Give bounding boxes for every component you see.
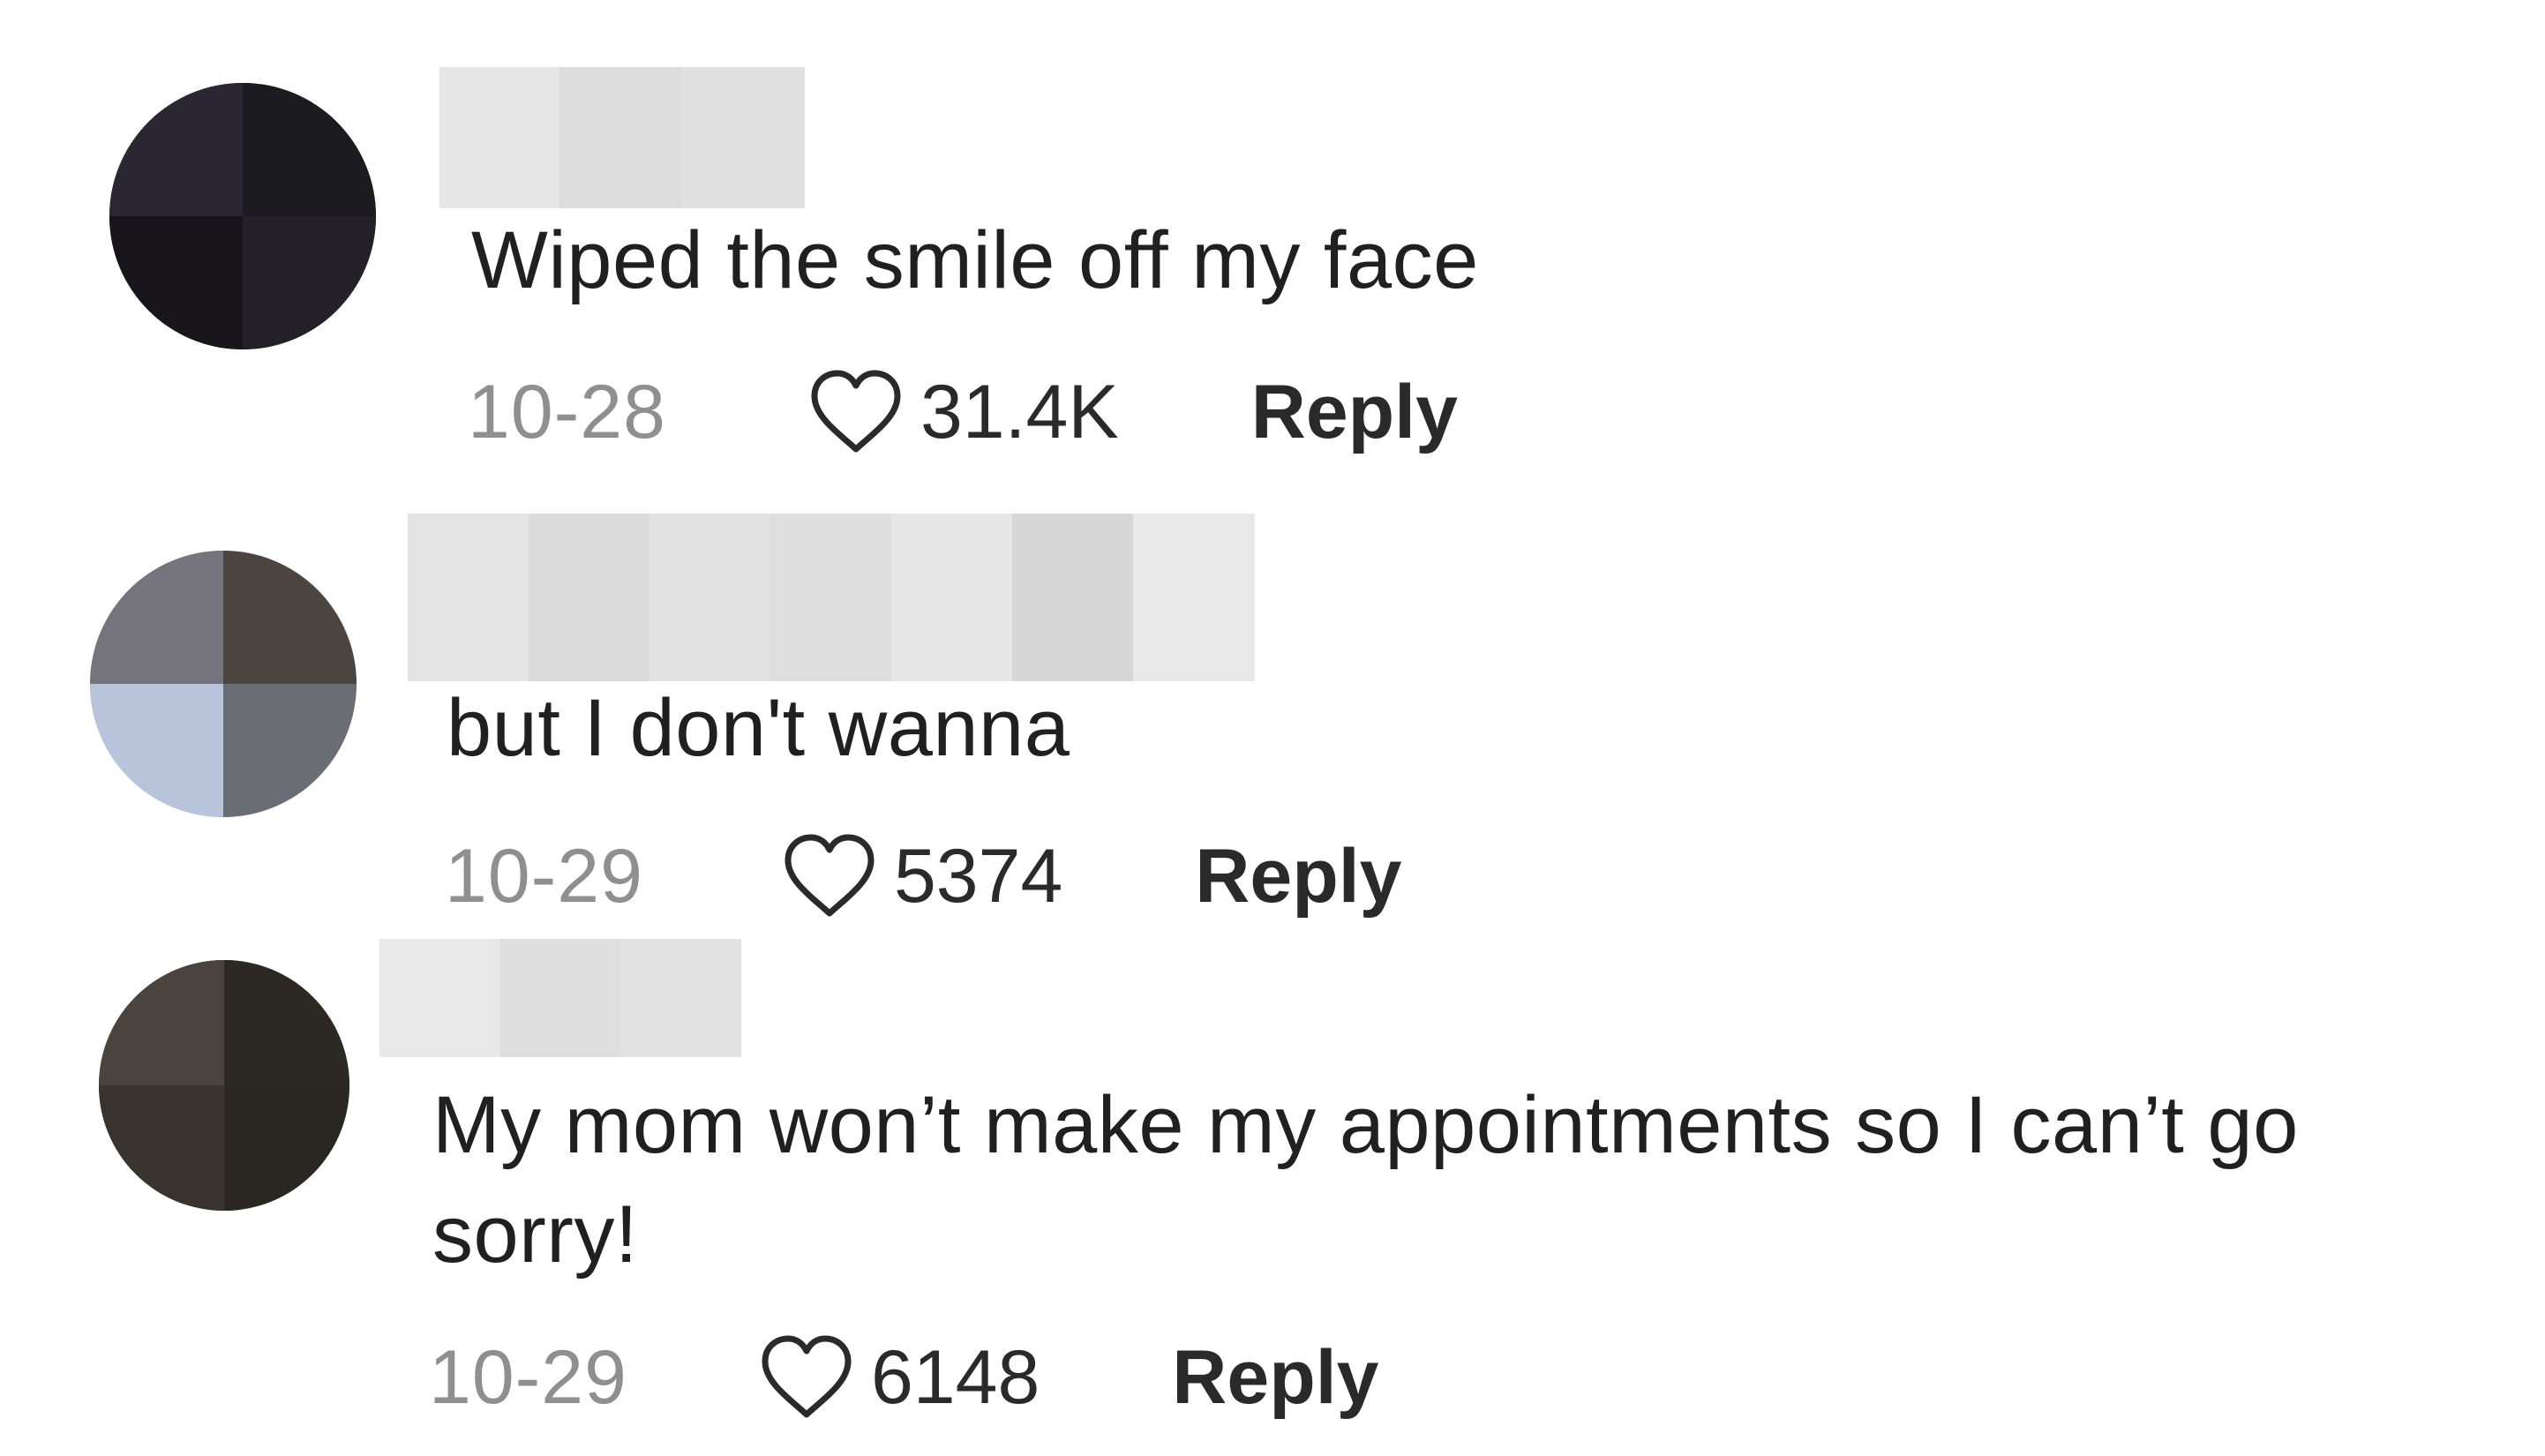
comment-meta: 10-28 31.4K Reply xyxy=(468,364,1458,461)
like-button[interactable]: 6148 xyxy=(758,1333,1040,1422)
heart-outline-icon xyxy=(785,834,875,917)
comment-text: Wiped the smile off my face xyxy=(471,215,1479,305)
avatar-pixel xyxy=(90,551,223,684)
comment-text: but I don't wanna xyxy=(447,683,1070,773)
avatar-pixel xyxy=(99,1085,224,1211)
avatar-pixel xyxy=(109,83,243,216)
redaction-block xyxy=(529,514,649,681)
redaction-block xyxy=(681,67,805,208)
avatar-pixel xyxy=(223,551,357,684)
redaction-block xyxy=(379,939,499,1057)
comment-text-line-1: My mom won’t make my appointments so I c… xyxy=(432,1080,2299,1170)
redaction-block xyxy=(649,514,770,681)
reply-button[interactable]: Reply xyxy=(1251,369,1458,456)
username-redacted[interactable] xyxy=(408,514,1255,681)
username-redacted[interactable] xyxy=(379,939,741,1057)
username-redacted[interactable] xyxy=(439,67,805,208)
redaction-block xyxy=(499,939,620,1057)
redaction-block xyxy=(439,67,559,208)
like-count: 31.4K xyxy=(920,369,1119,454)
avatar[interactable] xyxy=(109,83,376,349)
redaction-block xyxy=(620,939,741,1057)
reply-button[interactable]: Reply xyxy=(1195,833,1401,920)
redaction-block xyxy=(408,514,529,681)
comment-text-line-2: sorry! xyxy=(432,1190,638,1280)
avatar-pixel xyxy=(99,960,224,1085)
redaction-block xyxy=(891,514,1012,681)
redaction-block xyxy=(1012,514,1133,681)
comment-meta: 10-29 5374 Reply xyxy=(445,828,1402,925)
avatar[interactable] xyxy=(99,960,349,1211)
avatar-pixel xyxy=(109,216,243,349)
like-button[interactable]: 5374 xyxy=(781,832,1062,920)
like-count: 6148 xyxy=(870,1334,1040,1420)
avatar[interactable] xyxy=(90,551,357,817)
redaction-block xyxy=(559,67,681,208)
like-button[interactable]: 31.4K xyxy=(807,368,1119,456)
heart-outline-icon xyxy=(811,370,901,453)
comment-date: 10-28 xyxy=(468,369,666,454)
reply-button[interactable]: Reply xyxy=(1172,1334,1378,1422)
comment-date: 10-29 xyxy=(429,1334,627,1420)
heart-outline-icon xyxy=(762,1335,852,1418)
comment-meta: 10-29 6148 Reply xyxy=(429,1329,1379,1426)
redaction-block xyxy=(770,514,891,681)
avatar-pixel xyxy=(224,960,349,1085)
avatar-pixel xyxy=(223,684,357,817)
comment-date: 10-29 xyxy=(445,833,643,919)
avatar-pixel xyxy=(90,684,223,817)
redaction-block xyxy=(1133,514,1255,681)
avatar-pixel xyxy=(243,216,376,349)
avatar-pixel xyxy=(243,83,376,216)
comment-thread: { "comments": [ { "text_lines": ["Wiped … xyxy=(0,0,2545,1456)
avatar-pixel xyxy=(224,1085,349,1211)
like-count: 5374 xyxy=(893,833,1063,919)
